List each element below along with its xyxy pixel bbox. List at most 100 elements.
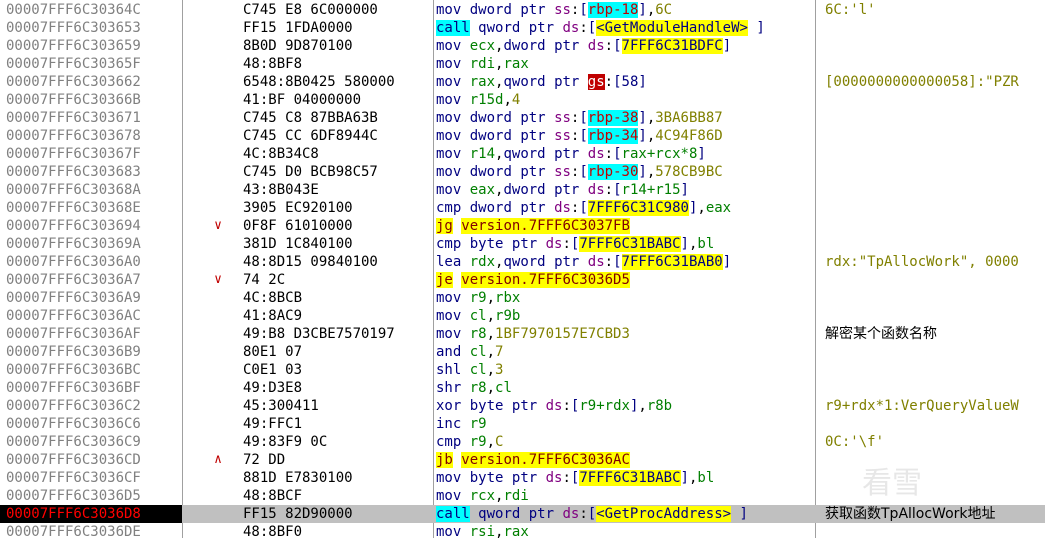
instruction-token: ds [587, 146, 605, 162]
instruction-address: 00007FFF6C3036D5 [6, 488, 141, 504]
instruction-row[interactable]: 00007FFF6C3036C2 45:300411 xor byte ptr ds… [0, 397, 1045, 415]
instruction-token: version.7FFF6C3037FB [461, 218, 630, 234]
instruction-bytes: 41:BF 04000000 [243, 92, 362, 108]
instruction-token: 6C [655, 2, 673, 18]
instruction-token: lea [436, 254, 462, 270]
watermark-text: 看雪 [862, 466, 922, 501]
instruction-text: shl cl,3 [436, 361, 811, 379]
instruction-row[interactable]: 00007FFF6C3036C6 49:FFC1 inc r9 [0, 415, 1045, 433]
instruction-token: [ [579, 2, 588, 18]
instruction-row[interactable]: 00007FFF6C3036DE 48:8BF0 mov rsi,rax [0, 523, 1045, 538]
instruction-token: call [436, 20, 470, 36]
instruction-token: ecx [469, 38, 496, 54]
instruction-token: mov [436, 524, 462, 538]
instruction-token: r9+rdx [579, 398, 630, 414]
instruction-token: , [486, 308, 496, 324]
instruction-token: cl [469, 344, 487, 360]
instruction-row[interactable]: 00007FFF6C3036AC 41:8AC9 mov cl,r9b [0, 307, 1045, 325]
instruction-token [461, 56, 469, 72]
instruction-token: [ [587, 506, 597, 522]
instruction-row[interactable]: 00007FFF6C303671 C745 C8 87BBA63B mov dwor… [0, 109, 1045, 127]
instruction-token [461, 74, 469, 90]
instruction-address: 00007FFF6C3036A0 [6, 254, 141, 270]
instruction-row[interactable]: 00007FFF6C3036BC C0E1 03 shl cl,3 [0, 361, 1045, 379]
instruction-row[interactable]: 00007FFF6C303659 8B0D 9D870100 mov ecx,dwo… [0, 37, 1045, 55]
instruction-token [461, 200, 469, 216]
instruction-row[interactable]: 00007FFF6C303694 ∨ 0F8F 61010000 jg version… [0, 217, 1045, 235]
instruction-row[interactable]: 00007FFF6C30367F 4C:8B34C8 mov r14,qword p… [0, 145, 1045, 163]
instruction-bytes: 4C:8B34C8 [243, 146, 319, 162]
instruction-comment [825, 415, 1045, 433]
instruction-row[interactable]: 00007FFF6C303653 FF15 1FDA0000 call qword … [0, 19, 1045, 37]
instruction-token: shl [436, 362, 462, 378]
instruction-address: 00007FFF6C3036BF [6, 380, 141, 396]
instruction-token [461, 326, 469, 342]
instruction-token: byte [469, 470, 504, 486]
instruction-token: cmp [436, 236, 462, 252]
instruction-token [461, 2, 469, 18]
instruction-address: 00007FFF6C303671 [6, 110, 141, 126]
instruction-text: mov dword ptr ss:[rbp-30],578CB9BC [436, 163, 811, 181]
instruction-row[interactable]: 00007FFF6C303683 C745 D0 BCB98C57 mov dwor… [0, 163, 1045, 181]
instruction-token: ] [722, 38, 732, 54]
instruction-token: ds [545, 236, 563, 252]
instruction-row[interactable]: 00007FFF6C303662 6548:8B0425 580000 mov ra… [0, 73, 1045, 91]
instruction-token [461, 524, 469, 538]
instruction-token: , [503, 92, 512, 108]
instruction-comment [825, 19, 1045, 37]
instruction-token [470, 506, 478, 522]
instruction-row[interactable]: 00007FFF6C3036C9 49:83F9 0C cmp r9,C 0C:'\f… [0, 433, 1045, 451]
instruction-comment [825, 91, 1045, 109]
instruction-address: 00007FFF6C3036CD [6, 452, 141, 468]
instruction-token: rdi [469, 56, 496, 72]
instruction-bytes: C745 D0 BCB98C57 [243, 164, 378, 180]
instruction-row[interactable]: 00007FFF6C30366B 41:BF 04000000 mov r15d,4 [0, 91, 1045, 109]
instruction-row[interactable]: 00007FFF6C3036B9 80E1 07 and cl,7 [0, 343, 1045, 361]
instruction-token [537, 398, 545, 414]
instruction-bytes: 45:300411 [243, 398, 319, 414]
instruction-token: , [486, 380, 496, 396]
instruction-address: 00007FFF6C30364C [6, 2, 141, 18]
instruction-token: rax [469, 74, 496, 90]
instruction-row[interactable]: 00007FFF6C30369A 381D 1C840100 cmp byte pt… [0, 235, 1045, 253]
instruction-comment [825, 145, 1045, 163]
instruction-address: 00007FFF6C3036C2 [6, 398, 141, 414]
jump-arrow-slot [208, 505, 228, 523]
instruction-address: 00007FFF6C303662 [6, 74, 141, 90]
instruction-token: eax [469, 182, 496, 198]
jump-arrow-slot [208, 19, 228, 37]
instruction-row[interactable]: 00007FFF6C30368A 43:8B043E mov eax,dword p… [0, 181, 1045, 199]
instruction-address: 00007FFF6C3036A7 [6, 272, 141, 288]
instruction-token [503, 470, 511, 486]
instruction-token: ] [722, 254, 732, 270]
instruction-row[interactable]: 00007FFF6C3036A0 48:8D15 09840100 lea rdx,… [0, 253, 1045, 271]
instruction-token [579, 146, 587, 162]
instruction-comment [825, 55, 1045, 73]
instruction-text: mov eax,dword ptr ds:[r14+r15] [436, 181, 811, 199]
instruction-comment [825, 217, 1045, 235]
instruction-row[interactable]: 00007FFF6C303678 C745 CC 6DF8944C mov dwor… [0, 127, 1045, 145]
instruction-token [461, 344, 469, 360]
instruction-token [461, 254, 469, 270]
instruction-address: 00007FFF6C3036C9 [6, 434, 141, 450]
disassembly-view[interactable]: 00007FFF6C30364C C745 E8 6C000000 mov dwor… [0, 0, 1045, 538]
watermark-logo: 看雪 [862, 458, 1032, 508]
instruction-token: r8b [646, 398, 673, 414]
instruction-row[interactable]: 00007FFF6C3036AF 49:B8 D3CBE7570197 mov r8… [0, 325, 1045, 343]
instruction-token: call [436, 506, 470, 522]
instruction-comment: 6C:'l' [825, 2, 876, 18]
instruction-row[interactable]: 00007FFF6C3036A7 ∨ 74 2C je version.7FFF6C3… [0, 271, 1045, 289]
instruction-token: ss [554, 128, 571, 144]
instruction-row[interactable]: 00007FFF6C3036A9 4C:8BCB mov r9,rbx [0, 289, 1045, 307]
instruction-address: 00007FFF6C30367F [6, 146, 141, 162]
instruction-comment [825, 379, 1045, 397]
instruction-comment [825, 163, 1045, 181]
jump-arrow-slot [208, 253, 228, 271]
instruction-row[interactable]: 00007FFF6C3036BF 49:D3E8 shr r8,cl [0, 379, 1045, 397]
instruction-row[interactable]: 00007FFF6C30368E 3905 EC920100 cmp dword p… [0, 199, 1045, 217]
instruction-row[interactable]: 00007FFF6C30365F 48:8BF8 mov rdi,rax [0, 55, 1045, 73]
instruction-row[interactable]: 00007FFF6C30364C C745 E8 6C000000 mov dwor… [0, 1, 1045, 19]
jump-arrow-slot [208, 289, 228, 307]
instruction-token: ] [747, 20, 765, 36]
instruction-token: ds [587, 182, 605, 198]
